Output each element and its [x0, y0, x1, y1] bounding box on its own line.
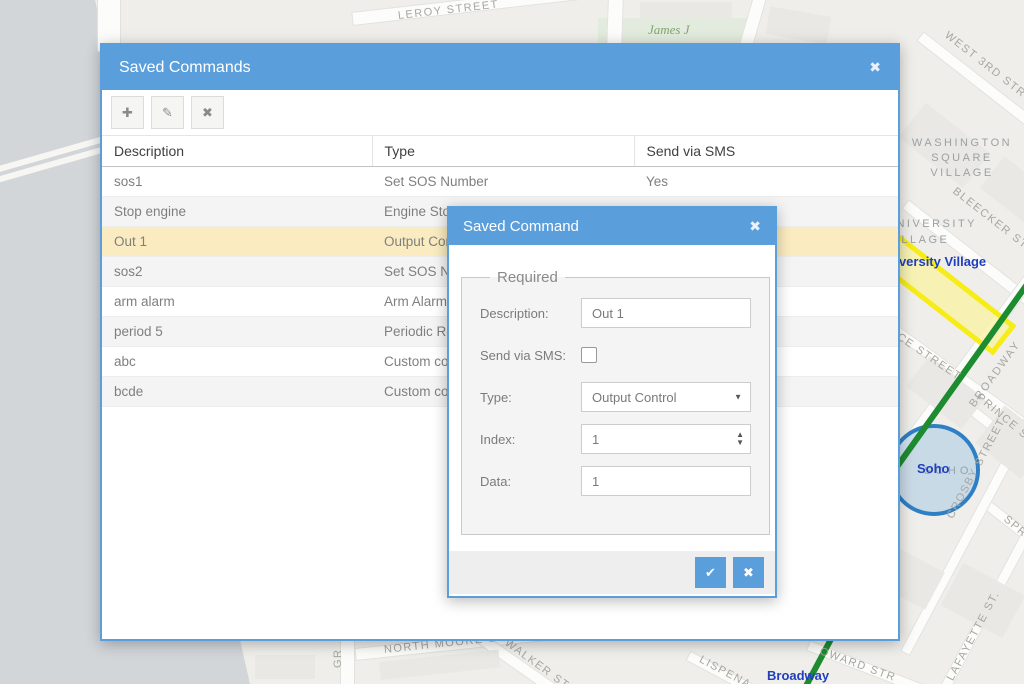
commands-toolbar: ✚ ✎ ✖: [102, 90, 898, 135]
data-label: Data:: [480, 474, 581, 489]
type-dropdown-value: Output Control: [592, 390, 677, 405]
index-stepper[interactable]: [581, 424, 751, 454]
poi-label-soho: Soho: [917, 461, 950, 476]
close-icon[interactable]: ✖: [749, 218, 761, 235]
plus-icon: ✚: [122, 105, 133, 121]
column-header-type[interactable]: Type: [372, 136, 634, 167]
required-legend: Required: [490, 269, 565, 286]
delete-icon: ✖: [202, 105, 213, 121]
spin-down-icon[interactable]: ▼: [736, 439, 744, 447]
pencil-icon: ✎: [162, 105, 173, 121]
table-header-row: Description Type Send via SMS: [102, 136, 898, 167]
street-label-greenwich: GR: [332, 649, 344, 669]
sms-checkbox[interactable]: [581, 347, 597, 363]
check-icon: ✔: [705, 565, 716, 581]
saved-command-title: Saved Command: [463, 218, 749, 235]
cell-description: Stop engine: [102, 197, 372, 227]
cell-description: period 5: [102, 317, 372, 347]
cell-sms: Yes: [634, 167, 898, 197]
saved-commands-header: Saved Commands ✖: [102, 45, 898, 90]
add-command-button[interactable]: ✚: [111, 96, 144, 129]
description-field[interactable]: [581, 298, 751, 328]
type-row: Type: Output Control ▼: [480, 382, 751, 412]
app-screen: LEROY STREET James J WEST 3RD STR WASHIN…: [0, 0, 1024, 684]
sms-row: Send via SMS:: [480, 340, 751, 370]
index-label: Index:: [480, 432, 581, 447]
delete-command-button[interactable]: ✖: [191, 96, 224, 129]
description-row: Description:: [480, 298, 751, 328]
saved-commands-title: Saved Commands: [119, 59, 869, 77]
column-header-description[interactable]: Description: [102, 136, 372, 167]
cell-description: arm alarm: [102, 287, 372, 317]
cancel-button[interactable]: ✖: [733, 557, 764, 588]
poi-label-broadway: Broadway: [767, 668, 829, 683]
description-label: Description:: [480, 306, 581, 321]
column-header-sms[interactable]: Send via SMS: [634, 136, 898, 167]
cell-description: sos2: [102, 257, 372, 287]
park-label-james: James J: [648, 22, 690, 38]
saved-command-footer: ✔ ✖: [449, 551, 775, 594]
cancel-icon: ✖: [743, 565, 754, 581]
required-fieldset: Required Description: Send via SMS: Type…: [461, 269, 770, 535]
type-dropdown[interactable]: Output Control: [581, 382, 751, 412]
cell-description: abc: [102, 347, 372, 377]
area-label-washington-square-village: WASHINGTON SQUARE VILLAGE: [900, 136, 1024, 181]
edit-command-button[interactable]: ✎: [151, 96, 184, 129]
close-icon[interactable]: ✖: [869, 59, 881, 76]
cell-description: Out 1: [102, 227, 372, 257]
type-label: Type:: [480, 390, 581, 405]
cell-description: bcde: [102, 377, 372, 407]
data-row: Data:: [480, 466, 751, 496]
table-row[interactable]: sos1 Set SOS Number Yes: [102, 167, 898, 197]
index-row: Index: ▲ ▼: [480, 424, 751, 454]
data-field[interactable]: [581, 466, 751, 496]
saved-command-body: Required Description: Send via SMS: Type…: [449, 245, 775, 594]
cell-description: sos1: [102, 167, 372, 197]
confirm-button[interactable]: ✔: [695, 557, 726, 588]
saved-command-dialog: Saved Command ✖ Required Description: Se…: [447, 206, 777, 598]
cell-type: Set SOS Number: [372, 167, 634, 197]
chevron-down-icon[interactable]: ▼: [734, 393, 742, 402]
saved-command-header: Saved Command ✖: [449, 208, 775, 245]
sms-label: Send via SMS:: [480, 348, 581, 363]
